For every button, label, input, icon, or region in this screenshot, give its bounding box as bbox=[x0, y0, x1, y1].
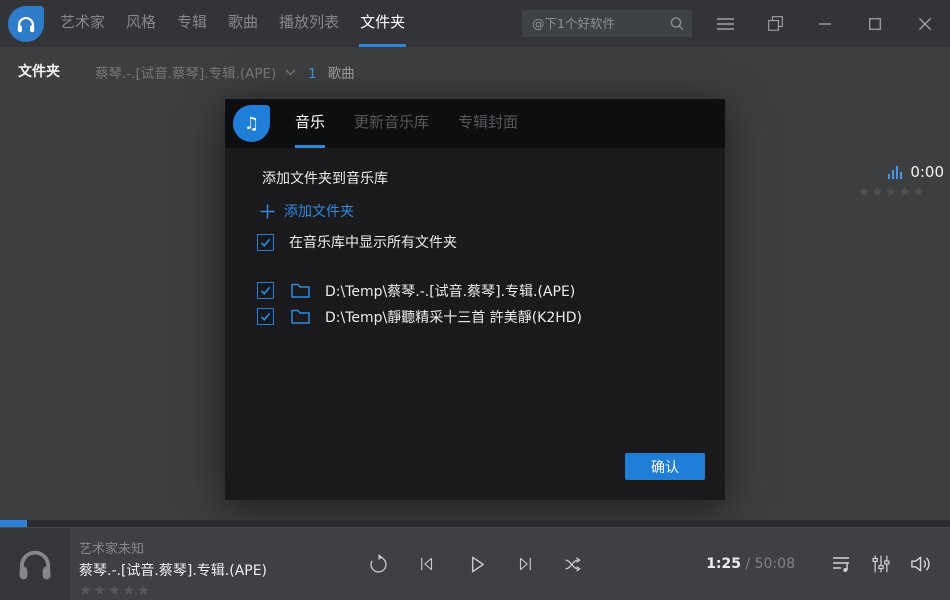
layers-icon bbox=[767, 15, 784, 32]
song-count: 1 歌曲 bbox=[308, 62, 355, 82]
window-controls bbox=[700, 0, 950, 47]
folder-dropdown[interactable]: 蔡琴.-.[试音.蔡琴].专辑.(APE) bbox=[95, 62, 296, 82]
folder-row[interactable]: D:\Temp\靜聽精采十三首 許美靜(K2HD) bbox=[257, 308, 582, 325]
maximize-icon bbox=[869, 18, 881, 30]
search-icon[interactable] bbox=[669, 16, 685, 32]
content-header: 文件夹 蔡琴.-.[试音.蔡琴].专辑.(APE) 1 歌曲 bbox=[0, 47, 950, 95]
now-playing-bars-icon bbox=[888, 166, 902, 179]
tab-albums[interactable]: 专辑 bbox=[176, 0, 208, 47]
shuffle-icon bbox=[563, 554, 584, 575]
playback-progress-fill bbox=[0, 520, 27, 527]
track-title: 蔡琴.-.[试音.蔡琴].专辑.(APE) bbox=[79, 560, 267, 580]
plus-icon bbox=[260, 204, 275, 219]
headphones-icon bbox=[14, 543, 56, 585]
tab-playlists[interactable]: 播放列表 bbox=[278, 0, 340, 47]
track-artist: 艺术家未知 bbox=[79, 538, 267, 557]
time-separator: / bbox=[745, 556, 750, 572]
next-icon bbox=[516, 555, 534, 573]
play-icon bbox=[465, 553, 488, 576]
song-row[interactable]: 0:00 ★★★★★ bbox=[858, 163, 944, 200]
hamburger-icon bbox=[717, 18, 734, 30]
top-bar: 艺术家 风格 专辑 歌曲 播放列表 文件夹 bbox=[0, 0, 950, 47]
music-note-icon: ♫ bbox=[233, 105, 270, 142]
main-nav: 艺术家 风格 专辑 歌曲 播放列表 文件夹 bbox=[59, 0, 425, 47]
mini-mode-button[interactable] bbox=[750, 0, 800, 47]
folder-icon bbox=[291, 283, 310, 298]
repeat-icon bbox=[368, 554, 389, 575]
dialog-tab-music[interactable]: 音乐 bbox=[295, 99, 325, 148]
player-right-icons bbox=[832, 528, 933, 600]
menu-button[interactable] bbox=[700, 0, 750, 47]
previous-button[interactable] bbox=[418, 555, 436, 573]
tab-genres[interactable]: 风格 bbox=[125, 0, 157, 47]
tab-artists[interactable]: 艺术家 bbox=[59, 0, 106, 47]
music-library-dialog: ♫ 音乐 更新音乐库 专辑封面 添加文件夹到音乐库 添加文件夹 在音乐库中显示所… bbox=[225, 99, 725, 500]
minimize-button[interactable] bbox=[800, 0, 850, 47]
song-count-number: 1 bbox=[308, 66, 317, 82]
track-info: 艺术家未知 蔡琴.-.[试音.蔡琴].专辑.(APE) ★★★★★ bbox=[79, 538, 267, 599]
play-button[interactable] bbox=[465, 553, 488, 576]
volume-button[interactable] bbox=[910, 554, 933, 574]
song-duration: 0:00 bbox=[910, 163, 944, 181]
equalizer-button[interactable] bbox=[871, 554, 891, 574]
app-logo[interactable] bbox=[8, 6, 44, 42]
folder-checkbox[interactable] bbox=[257, 308, 274, 325]
headphones-icon bbox=[15, 13, 37, 35]
time-display: 1:25 / 50:08 bbox=[706, 556, 795, 572]
close-icon bbox=[919, 18, 931, 30]
add-folder-button[interactable]: 添加文件夹 bbox=[260, 201, 354, 221]
album-art-placeholder bbox=[0, 528, 70, 600]
folder-row[interactable]: D:\Temp\蔡琴.-.[试音.蔡琴].专辑.(APE) bbox=[257, 282, 582, 299]
dialog-tab-album-covers[interactable]: 专辑封面 bbox=[458, 99, 518, 148]
show-all-folders-checkbox[interactable] bbox=[257, 234, 274, 251]
previous-icon bbox=[418, 555, 436, 573]
time-elapsed: 1:25 bbox=[706, 556, 741, 572]
chevron-down-icon bbox=[285, 69, 296, 76]
playback-controls bbox=[368, 528, 584, 600]
folder-dropdown-value: 蔡琴.-.[试音.蔡琴].专辑.(APE) bbox=[95, 62, 276, 82]
add-folder-label: 添加文件夹 bbox=[284, 201, 354, 221]
shuffle-button[interactable] bbox=[563, 554, 584, 575]
song-count-label: 歌曲 bbox=[328, 66, 355, 82]
folder-path: D:\Temp\靜聽精采十三首 許美靜(K2HD) bbox=[325, 307, 582, 327]
folder-icon bbox=[291, 309, 310, 324]
track-rating-stars[interactable]: ★★★★★ bbox=[79, 583, 267, 599]
tab-folders[interactable]: 文件夹 bbox=[359, 0, 406, 47]
playback-progress-bar[interactable] bbox=[0, 520, 950, 527]
folder-path: D:\Temp\蔡琴.-.[试音.蔡琴].专辑.(APE) bbox=[325, 281, 575, 301]
confirm-button[interactable]: 确认 bbox=[625, 453, 705, 480]
search-box[interactable] bbox=[522, 10, 692, 37]
queue-button[interactable] bbox=[832, 555, 852, 573]
folder-checkbox[interactable] bbox=[257, 282, 274, 299]
repeat-button[interactable] bbox=[368, 554, 389, 575]
minimize-icon bbox=[819, 23, 831, 25]
close-button[interactable] bbox=[900, 0, 950, 47]
maximize-button[interactable] bbox=[850, 0, 900, 47]
equalizer-icon bbox=[871, 554, 891, 574]
folders-panel-title: 文件夹 bbox=[18, 61, 60, 81]
search-input[interactable] bbox=[532, 16, 669, 31]
time-total: 50:08 bbox=[755, 556, 795, 572]
show-all-folders-label: 在音乐库中显示所有文件夹 bbox=[289, 232, 457, 252]
folder-list: D:\Temp\蔡琴.-.[试音.蔡琴].专辑.(APE) D:\Temp\靜聽… bbox=[257, 282, 582, 334]
music-note-glyph: ♫ bbox=[244, 114, 259, 134]
tab-songs[interactable]: 歌曲 bbox=[227, 0, 259, 47]
volume-icon bbox=[910, 554, 933, 574]
show-all-folders-row: 在音乐库中显示所有文件夹 bbox=[257, 232, 457, 252]
dialog-header: ♫ 音乐 更新音乐库 专辑封面 bbox=[225, 99, 725, 148]
queue-icon bbox=[832, 555, 852, 573]
player-bar: 艺术家未知 蔡琴.-.[试音.蔡琴].专辑.(APE) ★★★★★ bbox=[0, 527, 950, 600]
dialog-tab-refresh-library[interactable]: 更新音乐库 bbox=[354, 99, 429, 148]
song-rating-stars[interactable]: ★★★★★ bbox=[858, 185, 944, 200]
dialog-tabs: 音乐 更新音乐库 专辑封面 bbox=[295, 99, 547, 148]
dialog-section-title: 添加文件夹到音乐库 bbox=[262, 168, 388, 188]
next-button[interactable] bbox=[516, 555, 534, 573]
